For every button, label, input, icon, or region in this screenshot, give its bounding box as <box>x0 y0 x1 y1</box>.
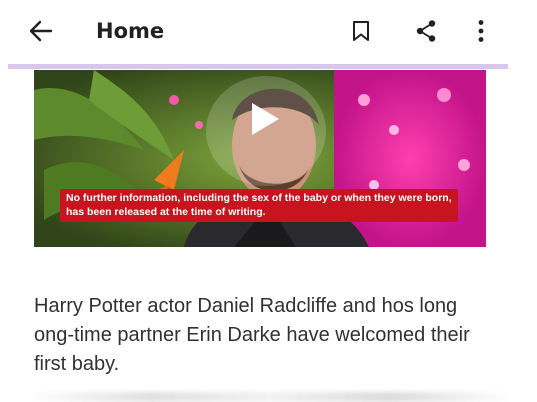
bookmark-icon[interactable] <box>352 20 370 42</box>
cut-off-text <box>30 392 510 402</box>
accent-divider <box>8 64 508 69</box>
share-icon[interactable] <box>415 19 437 43</box>
article-body: Harry Potter actor Daniel Radcliffe and … <box>34 292 504 379</box>
caption-line-1: No further information, including the se… <box>66 192 452 204</box>
play-icon[interactable] <box>248 100 282 138</box>
article-line-1: Harry Potter actor Daniel Radcliffe and … <box>34 295 458 317</box>
article-line-2: ong-time partner Erin Darke have welcome… <box>34 324 470 346</box>
app-bar: Home <box>0 0 537 64</box>
more-vert-icon[interactable] <box>476 19 486 43</box>
article-line-3: first baby. <box>34 353 120 375</box>
caption-line-2: has been released at the time of writing… <box>66 206 266 218</box>
arrow-left-icon[interactable] <box>28 18 54 44</box>
video-player[interactable]: No further information, including the se… <box>34 70 486 247</box>
page-title: Home <box>96 19 165 43</box>
video-caption: No further information, including the se… <box>60 189 458 222</box>
